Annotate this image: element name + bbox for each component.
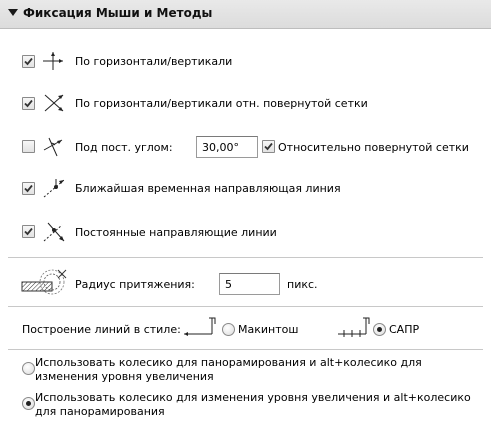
cad-style-label: САПР [389, 323, 420, 336]
snap-constant-angle-label: Под пост. углом: [75, 141, 173, 154]
snap-radius-icon [21, 269, 67, 295]
cross-arrows-icon [43, 52, 63, 70]
mac-style-radio[interactable] [222, 323, 235, 336]
permanent-guide-lines-icon [43, 222, 65, 242]
snap-horizontal-vertical-label: По горизонтали/вертикали [75, 55, 233, 68]
separator [8, 257, 483, 258]
section-header[interactable]: Фиксация Мыши и Методы [0, 0, 491, 29]
wheel-zoom-radio[interactable] [22, 397, 35, 410]
mac-style-label: Макинтош [238, 323, 299, 336]
rotated-grid-checkbox[interactable] [262, 140, 275, 153]
cad-style-radio[interactable] [373, 323, 386, 336]
separator [8, 306, 483, 307]
angle-arrows-icon [43, 137, 63, 157]
collapse-triangle-icon[interactable] [8, 9, 18, 17]
rotated-grid-label: Относительно повернутой сетки [278, 141, 469, 154]
snap-rotated-grid-label: По горизонтали/вертикали отн. повернутой… [75, 97, 368, 110]
snap-rotated-grid-checkbox[interactable] [22, 97, 35, 110]
line-style-label: Построение линий в стиле: [22, 323, 181, 336]
snap-temp-guide-checkbox[interactable] [22, 182, 35, 195]
diagonal-cross-arrows-icon [44, 94, 64, 112]
snap-temp-guide-label: Ближайшая временная направляющая линия [75, 182, 341, 195]
section-title: Фиксация Мыши и Методы [23, 6, 213, 20]
snap-radius-unit: пикс. [287, 278, 318, 291]
wheel-pan-radio[interactable] [22, 362, 35, 375]
mac-style-icon [184, 317, 216, 336]
snap-permanent-guides-label: Постоянные направляющие линии [75, 226, 277, 239]
snap-permanent-guides-checkbox[interactable] [22, 225, 35, 238]
wheel-zoom-label: Использовать колесико для изменения уров… [35, 391, 471, 418]
temp-guide-line-icon [43, 179, 65, 198]
snap-radius-field[interactable]: 5 [219, 273, 280, 295]
separator [8, 349, 483, 350]
cad-style-icon [338, 317, 370, 337]
wheel-pan-label: Использовать колесико для панорамировани… [35, 356, 422, 383]
angle-value-field[interactable]: 30,00° [196, 136, 258, 158]
snap-radius-label: Радиус притяжения: [75, 278, 195, 291]
snap-constant-angle-checkbox[interactable] [22, 140, 35, 153]
snap-horizontal-vertical-checkbox[interactable] [22, 55, 35, 68]
